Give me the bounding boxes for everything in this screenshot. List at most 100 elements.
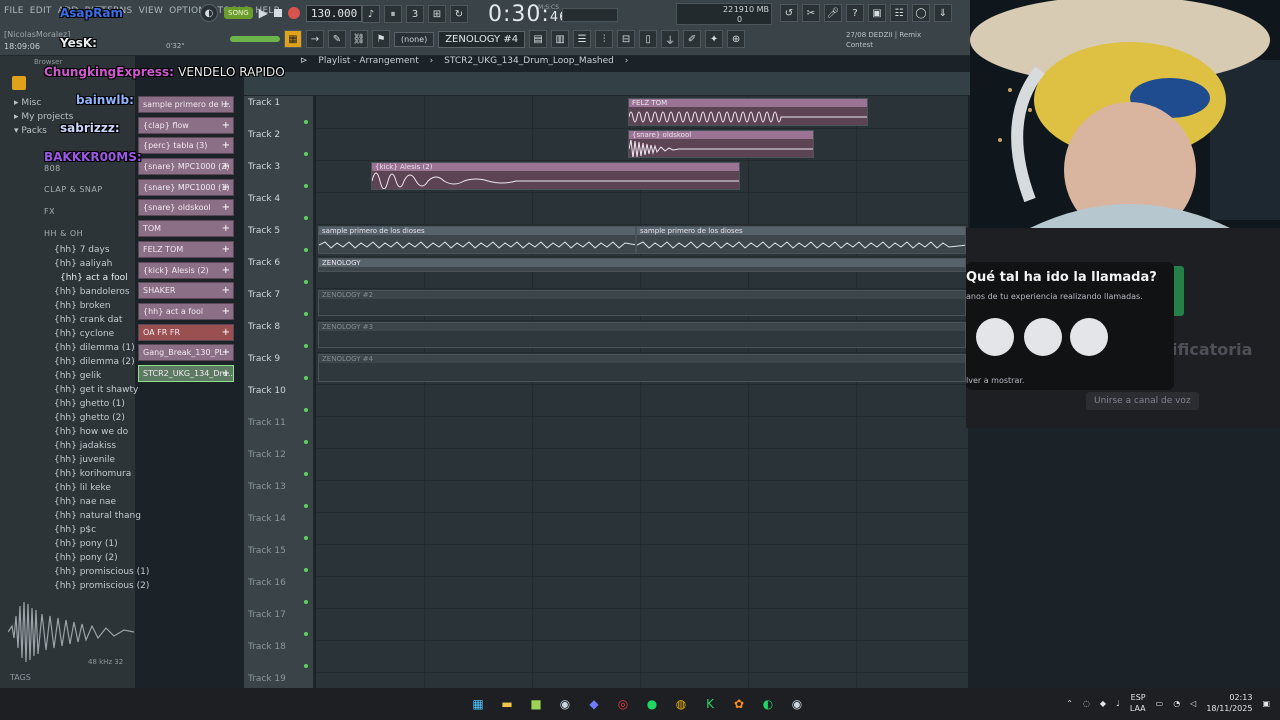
link-icon[interactable]: ⛓ xyxy=(350,30,368,48)
channel-add-icon[interactable]: + xyxy=(222,304,230,319)
neutral-face-icon[interactable] xyxy=(1024,318,1062,356)
download-icon[interactable]: ⇓ xyxy=(934,4,952,22)
stop-button[interactable] xyxy=(273,9,282,17)
clip-felz-tom[interactable]: FELZ TOM xyxy=(628,98,868,126)
file-item[interactable]: {hh} natural thang xyxy=(54,511,141,521)
tree-misc[interactable]: ▸ Misc xyxy=(14,98,41,108)
track-label[interactable]: Track 10 xyxy=(248,386,286,396)
metronome-icon[interactable]: ♪ xyxy=(362,5,380,23)
track-mute-led[interactable] xyxy=(304,536,308,540)
channel-add-icon[interactable]: + xyxy=(222,180,230,195)
fl-studio-icon[interactable]: ✿ xyxy=(729,694,749,714)
track-label[interactable]: Track 17 xyxy=(248,610,286,620)
tree-clap-snap[interactable]: CLAP & SNAP xyxy=(44,185,103,194)
tray-expand-icon[interactable]: ⌃ xyxy=(1066,699,1073,708)
file-item[interactable]: {hh} crank dat xyxy=(54,315,122,325)
step-edit-icon[interactable]: ⊞ xyxy=(428,5,446,23)
channel-button[interactable]: {perc} tabla (3) + xyxy=(138,137,234,155)
channel-add-icon[interactable]: + xyxy=(222,366,230,381)
track-label[interactable]: Track 2 xyxy=(248,130,280,140)
track-mute-led[interactable] xyxy=(304,664,308,668)
track-mute-led[interactable] xyxy=(304,600,308,604)
master-volume[interactable] xyxy=(230,36,280,42)
track-mute-led[interactable] xyxy=(304,472,308,476)
network-icon[interactable]: ▭ xyxy=(1156,699,1164,708)
mixer-view-icon[interactable]: ⫶ xyxy=(595,30,614,48)
channel-button[interactable]: {hh} act a fool + xyxy=(138,302,234,320)
track-mute-led[interactable] xyxy=(304,216,308,220)
song-mode-button[interactable]: SONG xyxy=(224,7,253,19)
clip-kick[interactable]: {kick} Alesis (2) xyxy=(371,162,740,190)
join-voice-button[interactable]: Unirse a canal de voz xyxy=(1086,392,1199,410)
happy-face-icon[interactable] xyxy=(1070,318,1108,356)
file-item[interactable]: {hh} korihomura xyxy=(54,469,131,479)
wifi-icon[interactable]: ◔ xyxy=(1173,699,1180,708)
windows-start-icon[interactable]: ▦ xyxy=(468,694,488,714)
clip-sample-2[interactable]: sample primero de los dioses xyxy=(636,226,966,254)
file-item[interactable]: {hh} ghetto (2) xyxy=(54,413,125,423)
channel-button[interactable]: sample primero de l... + xyxy=(138,96,234,113)
track-mute-led[interactable] xyxy=(304,120,308,124)
arrow-tool-icon[interactable]: → xyxy=(306,30,324,48)
save-icon[interactable]: ▣ xyxy=(868,4,886,22)
track-mute-led[interactable] xyxy=(304,504,308,508)
plugin-icon[interactable]: ▯ xyxy=(639,30,658,48)
file-item[interactable]: {hh} act a fool xyxy=(60,273,128,283)
tempo-display[interactable]: 130.000 xyxy=(305,4,363,22)
play-button[interactable]: ▶ xyxy=(259,6,268,20)
clip-zenology-3[interactable]: ZENOLOGY #3 xyxy=(318,322,966,348)
tree-packs[interactable]: ▾ Packs xyxy=(14,126,47,136)
channel-add-icon[interactable]: + xyxy=(222,138,230,153)
input-language[interactable]: ESP LAA xyxy=(1130,692,1146,714)
track-mute-led[interactable] xyxy=(304,184,308,188)
track-label[interactable]: Track 9 xyxy=(248,354,280,364)
pat-song-icon[interactable]: ◐ xyxy=(200,4,218,22)
channel-button[interactable]: SHAKER + xyxy=(138,282,234,300)
tree-fx[interactable]: FX xyxy=(44,207,55,216)
stamp-icon[interactable]: ⚑ xyxy=(372,30,390,48)
instrument-select[interactable]: ZENOLOGY #4 xyxy=(438,30,526,48)
typing-keyboard-icon[interactable]: ▦ xyxy=(284,30,302,48)
file-item[interactable]: {hh} pony (1) xyxy=(54,539,118,549)
tray-shield-icon[interactable]: ◆ xyxy=(1100,699,1106,708)
track-mute-led[interactable] xyxy=(304,248,308,252)
channel-button[interactable]: {snare} MPC1000 (1) + xyxy=(138,178,234,196)
wait-input-icon[interactable]: ⏸ xyxy=(384,5,402,23)
file-item[interactable]: {hh} cyclone xyxy=(54,329,114,339)
menu-edit[interactable]: EDIT xyxy=(30,6,52,16)
tags-label[interactable]: TAGS xyxy=(10,673,31,682)
channel-add-icon[interactable]: + xyxy=(222,200,230,215)
clip-zenology-4[interactable]: ZENOLOGY #4 xyxy=(318,354,966,382)
menu-file[interactable]: FILE xyxy=(4,6,24,16)
channel-add-icon[interactable]: + xyxy=(222,283,230,298)
kick-icon[interactable]: K xyxy=(700,694,720,714)
track-mute-led[interactable] xyxy=(304,408,308,412)
file-item[interactable]: {hh} lil keke xyxy=(54,483,111,493)
track-mute-led[interactable] xyxy=(304,344,308,348)
cart-icon[interactable]: ⊕ xyxy=(727,30,746,48)
steam-2-icon[interactable]: ◉ xyxy=(787,694,807,714)
news-panel[interactable]: 27/08 DEDZII | Remix Contest xyxy=(846,30,921,50)
mic-icon[interactable]: 🎤︎ xyxy=(824,4,842,22)
track-mute-led[interactable] xyxy=(304,280,308,284)
notification-icon[interactable]: ▣ xyxy=(1262,699,1270,708)
discord-icon[interactable]: ◆ xyxy=(584,694,604,714)
track-label[interactable]: Track 13 xyxy=(248,482,286,492)
clip-sample-1[interactable]: sample primero de los dioses xyxy=(318,226,636,254)
playlist-icon[interactable]: ⊳ xyxy=(300,56,308,66)
channel-button[interactable]: Gang_Break_130_PL + xyxy=(138,344,234,362)
pencil-tool-icon[interactable]: ✎ xyxy=(328,30,346,48)
browser-view-icon[interactable]: ⊟ xyxy=(617,30,636,48)
track-label[interactable]: Track 1 xyxy=(248,98,280,108)
chrome-icon[interactable]: ◍ xyxy=(671,694,691,714)
file-item[interactable]: {hh} nae nae xyxy=(54,497,116,507)
chat-icon[interactable]: ◯ xyxy=(912,4,930,22)
file-item[interactable]: {hh} juvenile xyxy=(54,455,115,465)
track-label[interactable]: Track 6 xyxy=(248,258,280,268)
piano-roll-icon[interactable]: ▥ xyxy=(551,30,570,48)
loop-record-icon[interactable]: ↻ xyxy=(450,5,468,23)
file-item[interactable]: {hh} promiscious (1) xyxy=(54,567,149,577)
countdown-icon[interactable]: 3 xyxy=(406,5,424,23)
track-label[interactable]: Track 14 xyxy=(248,514,286,524)
track-mute-led[interactable] xyxy=(304,632,308,636)
